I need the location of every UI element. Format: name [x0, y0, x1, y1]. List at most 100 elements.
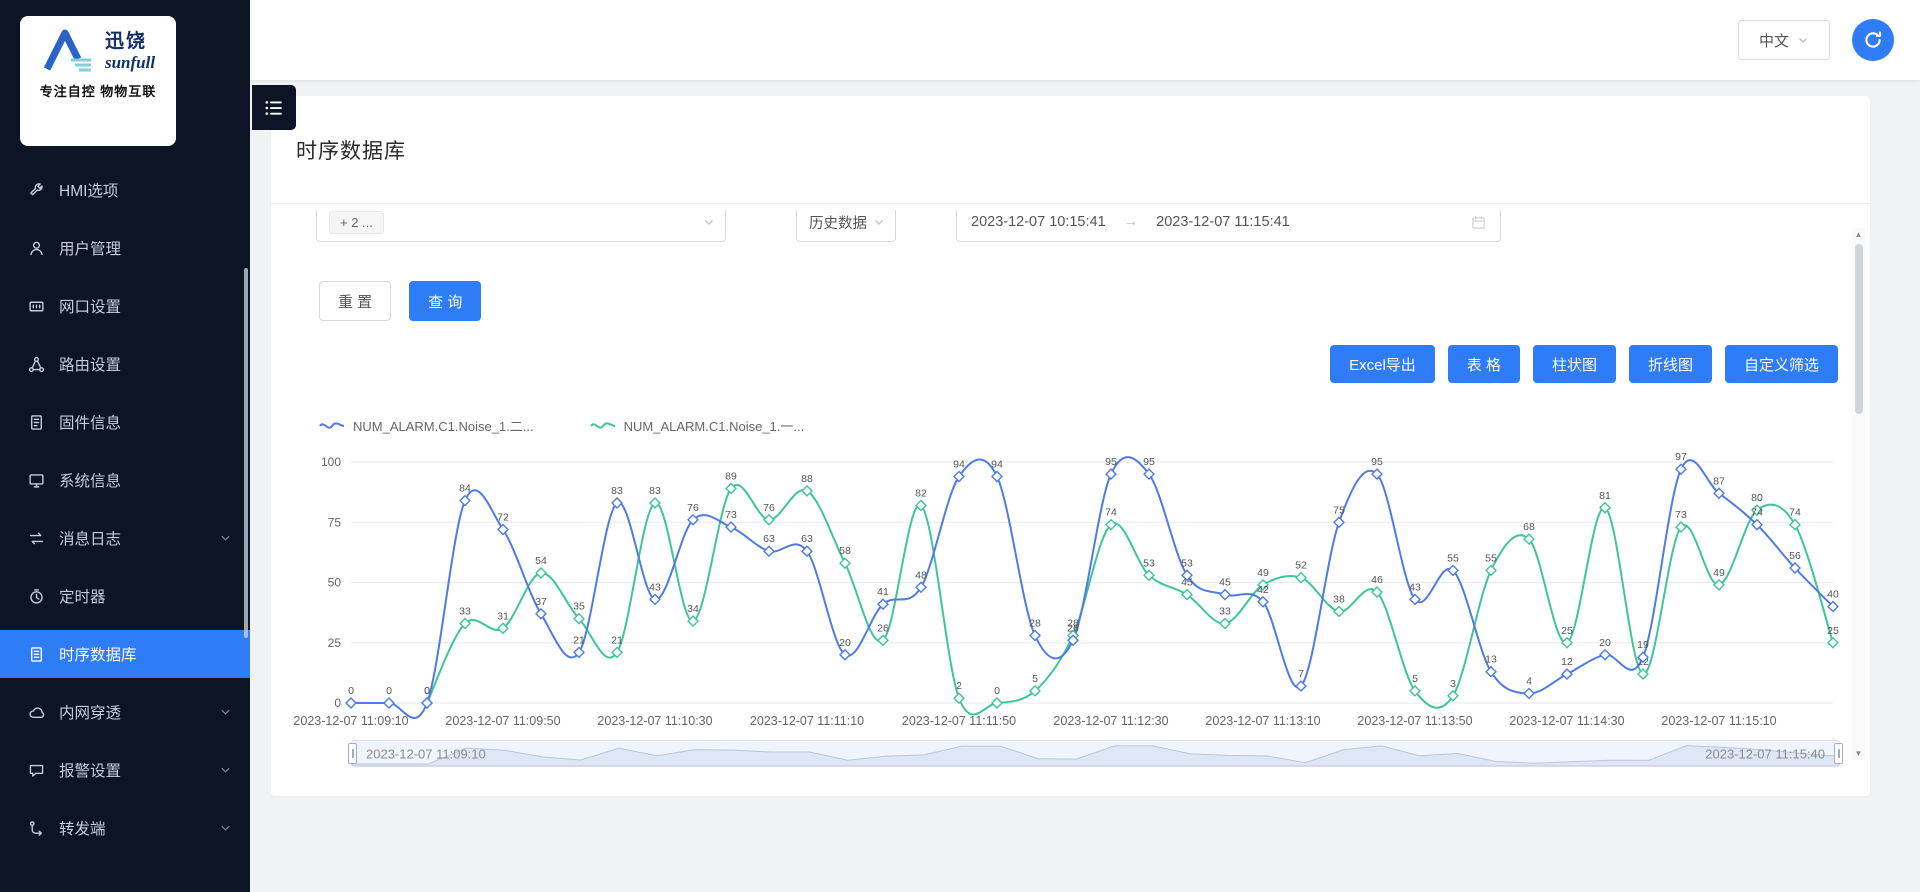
svg-text:73: 73	[725, 509, 737, 521]
data-type-select[interactable]: 历史数据	[796, 210, 896, 242]
sidebar-collapse-button[interactable]	[252, 85, 296, 130]
sidebar-item-label: 固件信息	[59, 411, 121, 433]
alarm-icon	[28, 762, 45, 779]
sidebar-scrollbar[interactable]	[244, 268, 248, 638]
svg-text:41: 41	[877, 586, 889, 598]
svg-text:26: 26	[877, 622, 889, 634]
message-log-icon	[28, 530, 45, 547]
custom-filter-button[interactable]: 自定义筛选	[1725, 345, 1838, 383]
scrollbar-thumb[interactable]	[1855, 244, 1863, 414]
svg-text:42: 42	[1257, 584, 1269, 596]
svg-text:2023-12-07 11:09:50: 2023-12-07 11:09:50	[445, 714, 560, 728]
svg-text:13: 13	[1485, 654, 1497, 666]
sidebar-item-1[interactable]: HMI选项	[0, 166, 250, 214]
datazoom-preview	[352, 741, 1839, 766]
svg-text:12: 12	[1561, 656, 1573, 668]
svg-text:95: 95	[1143, 456, 1155, 468]
svg-text:83: 83	[611, 485, 623, 497]
refresh-button[interactable]	[1852, 19, 1894, 61]
chevron-down-icon	[219, 532, 232, 545]
svg-text:55: 55	[1447, 552, 1459, 564]
svg-text:5: 5	[1412, 673, 1418, 685]
svg-text:74: 74	[1751, 507, 1763, 519]
sidebar-item-5[interactable]: 固件信息	[0, 398, 250, 446]
svg-text:95: 95	[1371, 456, 1383, 468]
tsdb-icon	[28, 646, 45, 663]
svg-text:2023-12-07 11:11:10: 2023-12-07 11:11:10	[750, 714, 864, 728]
network-port-icon	[28, 298, 45, 315]
svg-text:2023-12-07 11:09:10: 2023-12-07 11:09:10	[293, 714, 408, 728]
brand-name-cn: 迅饶	[105, 26, 155, 53]
svg-text:43: 43	[649, 581, 661, 593]
svg-text:20: 20	[1599, 637, 1611, 649]
chevron-down-icon	[1797, 34, 1809, 46]
start-date-value: 2023-12-07 10:15:41	[971, 214, 1106, 230]
svg-text:83: 83	[649, 485, 661, 497]
sidebar-item-7[interactable]: 消息日志	[0, 514, 250, 562]
line-series-icon	[590, 420, 616, 432]
svg-text:80: 80	[1751, 492, 1763, 504]
logo-mark-icon	[41, 27, 99, 73]
sidebar-item-3[interactable]: 网口设置	[0, 282, 250, 330]
reset-button[interactable]: 重 置	[319, 281, 391, 321]
intranet-icon	[28, 704, 45, 721]
svg-text:25: 25	[328, 636, 342, 650]
sidebar-item-label: HMI选项	[59, 179, 118, 201]
svg-text:25: 25	[1561, 625, 1573, 637]
svg-text:2: 2	[956, 680, 962, 692]
svg-text:89: 89	[725, 471, 737, 483]
page-title: 时序数据库	[296, 135, 406, 165]
sidebar-item-12[interactable]: 转发端	[0, 804, 250, 852]
sidebar-item-2[interactable]: 用户管理	[0, 224, 250, 272]
svg-text:26: 26	[1067, 622, 1079, 634]
svg-text:0: 0	[334, 696, 341, 710]
legend-item-2[interactable]: NUM_ALARM.C1.Noise_1.一...	[590, 416, 805, 435]
card-scrollbar[interactable]: ▲ ▼	[1852, 228, 1865, 760]
logo: 迅饶 sunfull 专注自控 物物互联	[20, 16, 176, 146]
excel-export-button[interactable]: Excel导出	[1330, 345, 1435, 383]
bar-chart-button[interactable]: 柱状图	[1533, 345, 1616, 383]
svg-text:63: 63	[801, 533, 813, 545]
scroll-down-icon[interactable]: ▼	[1852, 749, 1865, 758]
main-content: 时序数据库 + 2 ... 历史数据 2023-12-0	[250, 80, 1920, 892]
date-range-picker[interactable]: 2023-12-07 10:15:41 → 2023-12-07 11:15:4…	[956, 210, 1501, 242]
table-button[interactable]: 表 格	[1448, 345, 1520, 383]
tag-select-value: + 2 ...	[329, 211, 384, 234]
language-select[interactable]: 中文	[1738, 20, 1830, 60]
sidebar-item-8[interactable]: 定时器	[0, 572, 250, 620]
calendar-icon	[1471, 215, 1486, 230]
chevron-down-icon	[703, 216, 715, 228]
sidebar-item-4[interactable]: 路由设置	[0, 340, 250, 388]
sidebar-item-label: 转发端	[59, 817, 106, 839]
line-chart-button[interactable]: 折线图	[1629, 345, 1712, 383]
filter-row: + 2 ... 历史数据 2023-12-07 10:15:41 → 2023-…	[316, 210, 1800, 254]
sidebar-item-label: 系统信息	[59, 469, 121, 491]
sidebar-item-11[interactable]: 报警设置	[0, 746, 250, 794]
sidebar-item-label: 报警设置	[59, 759, 121, 781]
top-header: 中文	[250, 0, 1920, 80]
query-button[interactable]: 查 询	[409, 281, 481, 321]
svg-text:94: 94	[953, 459, 965, 471]
svg-text:4: 4	[1526, 675, 1532, 687]
chevron-down-icon	[219, 706, 232, 719]
refresh-icon	[1863, 30, 1883, 50]
svg-text:46: 46	[1371, 574, 1383, 586]
datazoom-start-label: 2023-12-07 11:09:10	[366, 746, 486, 761]
sidebar-item-10[interactable]: 内网穿透	[0, 688, 250, 736]
datazoom-left-handle[interactable]	[348, 743, 357, 764]
datazoom-right-handle[interactable]	[1834, 743, 1843, 764]
datazoom-end-label: 2023-12-07 11:15:40	[1705, 746, 1825, 761]
sidebar-item-6[interactable]: 系统信息	[0, 456, 250, 504]
chart-legend: NUM_ALARM.C1.Noise_1.二... NUM_ALARM.C1.No…	[319, 416, 804, 435]
svg-text:56: 56	[1789, 550, 1801, 562]
datazoom-slider[interactable]: 2023-12-07 11:09:10 2023-12-07 11:15:40	[351, 740, 1840, 767]
svg-text:0: 0	[994, 685, 1000, 697]
legend-label: NUM_ALARM.C1.Noise_1.二...	[353, 416, 534, 435]
tag-select[interactable]: + 2 ...	[316, 210, 726, 242]
scroll-up-icon[interactable]: ▲	[1852, 230, 1865, 239]
route-icon	[28, 356, 45, 373]
legend-item-1[interactable]: NUM_ALARM.C1.Noise_1.二...	[319, 416, 534, 435]
svg-text:28: 28	[1029, 618, 1041, 630]
data-type-value: 历史数据	[809, 212, 867, 233]
sidebar-item-9[interactable]: 时序数据库	[0, 630, 250, 678]
